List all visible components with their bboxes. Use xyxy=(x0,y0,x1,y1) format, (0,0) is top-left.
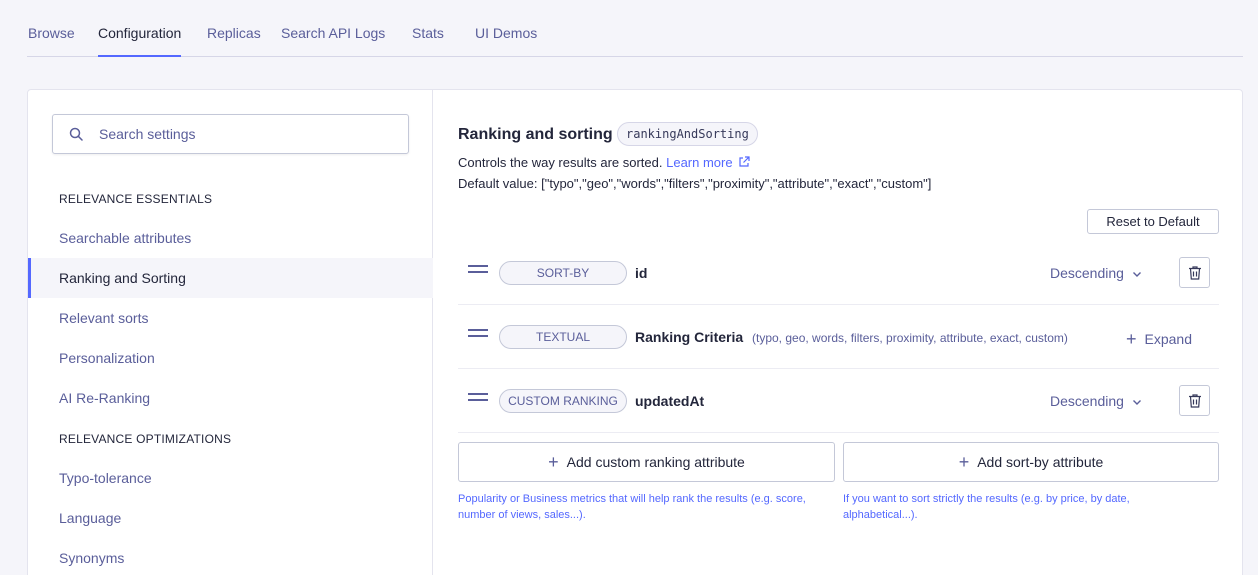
delete-button[interactable] xyxy=(1179,257,1210,288)
tab-browse[interactable]: Browse xyxy=(28,25,75,57)
drag-handle-icon[interactable] xyxy=(468,329,488,341)
chevron-down-icon xyxy=(1132,400,1141,405)
add-sort-by-button[interactable]: + Add sort-by attribute xyxy=(843,442,1219,482)
page-title: Ranking and sorting xyxy=(458,126,613,143)
criterion-type-badge: SORT-BY xyxy=(499,261,627,285)
reset-to-default-button[interactable]: Reset to Default xyxy=(1087,209,1219,234)
criterion-type-badge: TEXTUAL xyxy=(499,325,627,349)
order-dropdown[interactable]: Descending xyxy=(1050,393,1142,409)
drag-handle-icon[interactable] xyxy=(468,265,488,277)
ranking-row-textual: TEXTUAL Ranking Criteria (typo, geo, wor… xyxy=(458,305,1219,369)
settings-card: RELEVANCE ESSENTIALS Searchable attribut… xyxy=(27,89,1243,575)
criterion-type-badge: CUSTOM RANKING xyxy=(499,389,627,413)
setting-key-tag: rankingAndSorting xyxy=(617,122,758,146)
add-custom-label: Add custom ranking attribute xyxy=(566,453,745,470)
settings-sidebar: RELEVANCE ESSENTIALS Searchable attribut… xyxy=(28,90,433,575)
plus-icon: + xyxy=(548,451,559,472)
tab-ui-demos[interactable]: UI Demos xyxy=(475,25,537,57)
search-settings-input[interactable] xyxy=(99,115,399,153)
section-relevance-optimizations: RELEVANCE OPTIMIZATIONS xyxy=(59,432,232,446)
sidebar-item-personalization[interactable]: Personalization xyxy=(28,338,433,378)
add-sort-label: Add sort-by attribute xyxy=(977,453,1104,470)
order-dropdown[interactable]: Descending xyxy=(1050,265,1142,281)
trash-icon xyxy=(1189,394,1201,408)
learn-more-link[interactable]: Learn more xyxy=(666,155,750,170)
attribute-name: id xyxy=(635,265,648,281)
sort-by-help: If you want to sort strictly the results… xyxy=(843,493,1130,521)
custom-ranking-help: Popularity or Business metrics that will… xyxy=(458,493,806,521)
chevron-down-icon xyxy=(1132,272,1141,277)
delete-button[interactable] xyxy=(1179,385,1210,416)
default-value-text: Default value: ["typo","geo","words","fi… xyxy=(458,176,932,191)
drag-handle-icon[interactable] xyxy=(468,393,488,405)
add-custom-ranking-button[interactable]: + Add custom ranking attribute xyxy=(458,442,835,482)
plus-icon: + xyxy=(958,451,970,472)
attribute-name: updatedAt xyxy=(635,393,705,409)
sidebar-item-ranking-and-sorting[interactable]: Ranking and Sorting xyxy=(28,258,433,298)
setting-description: Controls the way results are sorted. Lea… xyxy=(458,155,750,170)
description-text: Controls the way results are sorted. xyxy=(458,155,663,170)
ranking-row-sort-by: SORT-BY id Descending xyxy=(458,241,1219,305)
order-value: Descending xyxy=(1050,265,1124,281)
tab-bar: Browse Configuration Replicas Search API… xyxy=(27,0,1243,57)
ranking-row-custom-ranking: CUSTOM RANKING updatedAt Descending xyxy=(458,369,1219,433)
attribute-name: Ranking Criteria xyxy=(635,329,744,345)
sidebar-item-typo-tolerance[interactable]: Typo-tolerance xyxy=(28,458,433,498)
learn-more-label: Learn more xyxy=(666,155,733,170)
search-icon xyxy=(69,127,83,141)
tab-stats[interactable]: Stats xyxy=(412,25,444,57)
sidebar-item-searchable-attributes[interactable]: Searchable attributes xyxy=(28,218,433,258)
trash-icon xyxy=(1189,266,1201,280)
order-value: Descending xyxy=(1050,393,1124,409)
sidebar-item-language[interactable]: Language xyxy=(28,498,433,538)
search-settings-box[interactable] xyxy=(52,114,409,154)
tab-replicas[interactable]: Replicas xyxy=(207,25,261,57)
ranking-criteria-list: (typo, geo, words, filters, proximity, a… xyxy=(752,331,1068,345)
sidebar-item-relevant-sorts[interactable]: Relevant sorts xyxy=(28,298,433,338)
external-link-icon xyxy=(739,156,750,167)
expand-button[interactable]: + Expand xyxy=(1126,329,1192,350)
expand-label: Expand xyxy=(1144,331,1192,347)
plus-icon: + xyxy=(1126,329,1137,349)
sidebar-item-ai-re-ranking[interactable]: AI Re-Ranking xyxy=(28,378,433,418)
settings-main-panel: Ranking and sorting rankingAndSorting Co… xyxy=(434,90,1242,575)
tab-configuration[interactable]: Configuration xyxy=(98,25,182,57)
sidebar-item-synonyms[interactable]: Synonyms xyxy=(28,538,433,575)
tab-search-api-logs[interactable]: Search API Logs xyxy=(281,25,385,57)
section-relevance-essentials: RELEVANCE ESSENTIALS xyxy=(59,192,213,206)
